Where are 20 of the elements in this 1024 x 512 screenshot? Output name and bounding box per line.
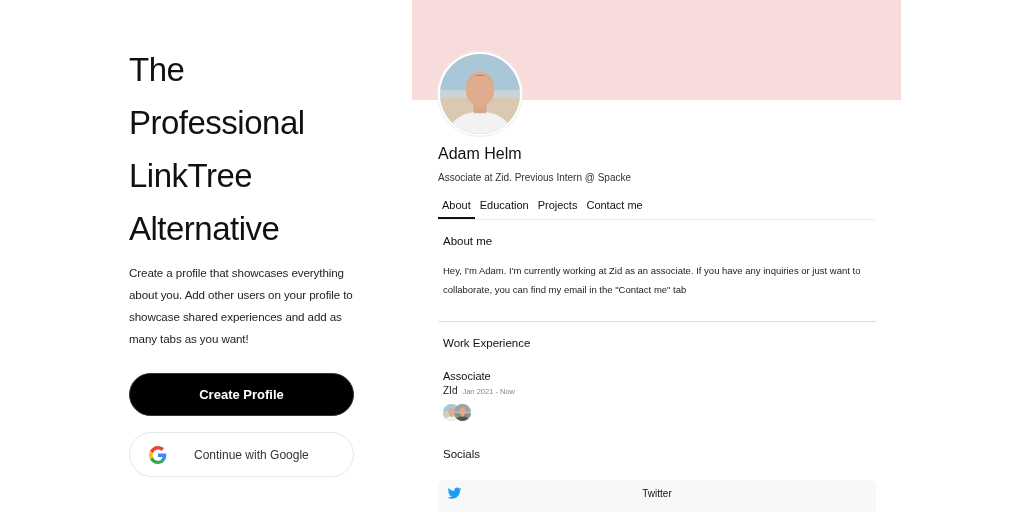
- hero-heading: The Professional LinkTree Alternative: [129, 50, 306, 249]
- about-text: Hey, I'm Adam. I'm currently working at Zid as an associate. If you have any inquiries or just want to collaborate, you can find my email in the "Contact me" tab: [443, 264, 862, 297]
- google-icon: [149, 445, 167, 464]
- company-name: ZId: [443, 385, 458, 396]
- social-label: Twitter: [641, 487, 673, 499]
- job-role: Associate: [443, 370, 491, 382]
- google-button[interactable]: Continue with Google: [129, 432, 354, 477]
- social-link[interactable]: Twitter: [438, 480, 876, 512]
- tab[interactable]: Projects: [533, 195, 582, 219]
- section-title: Work Experience: [443, 337, 531, 349]
- bird-icon: [446, 486, 463, 501]
- tab[interactable]: Education: [475, 195, 533, 219]
- section-title: Socials: [443, 448, 481, 460]
- profile-headline: Associate at Zid. Previous Intern @ Spacke: [438, 172, 632, 183]
- tab[interactable]: Contact me: [582, 195, 647, 219]
- profile-name: Adam Helm: [438, 145, 522, 163]
- hero-description: Create a profile that showcases everything about you. Add other users on your profile to showcase shared experiences and add as many tabs as you want!: [129, 265, 354, 347]
- tab[interactable]: About: [438, 195, 475, 219]
- create-profile-button[interactable]: Create Profile: [129, 373, 354, 416]
- section-title: About me: [443, 235, 493, 247]
